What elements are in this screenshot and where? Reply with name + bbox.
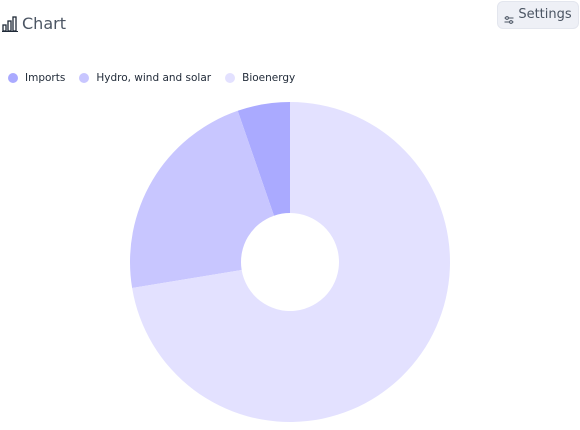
legend-label-hydro-wind-solar: Hydro, wind and solar xyxy=(96,72,212,84)
chart-title-group: Chart xyxy=(2,14,66,34)
legend-label-bioenergy: Bioenergy xyxy=(242,72,296,84)
chart-legend: Imports Hydro, wind and solar Bioenergy xyxy=(8,70,309,86)
legend-item-hydro-wind-solar[interactable]: Hydro, wind and solar xyxy=(79,71,211,85)
legend-swatch-imports xyxy=(8,73,18,83)
legend-item-bioenergy[interactable]: Bioenergy xyxy=(225,71,295,85)
legend-label-imports: Imports xyxy=(25,72,66,84)
settings-button[interactable]: Settings xyxy=(497,1,579,29)
legend-item-imports[interactable]: Imports xyxy=(8,71,65,85)
sliders-icon xyxy=(504,10,514,24)
chart-page: Chart Settings Imports Hydro, wind and s… xyxy=(0,0,580,430)
donut-slices xyxy=(130,102,450,422)
donut-chart xyxy=(130,102,450,422)
chart-title: Chart xyxy=(22,14,66,33)
chart-header: Chart Settings xyxy=(0,0,580,48)
legend-swatch-hydro-wind-solar xyxy=(79,73,90,83)
settings-label: Settings xyxy=(518,7,572,22)
legend-swatch-bioenergy xyxy=(225,73,236,83)
bar-chart-icon xyxy=(2,16,18,32)
